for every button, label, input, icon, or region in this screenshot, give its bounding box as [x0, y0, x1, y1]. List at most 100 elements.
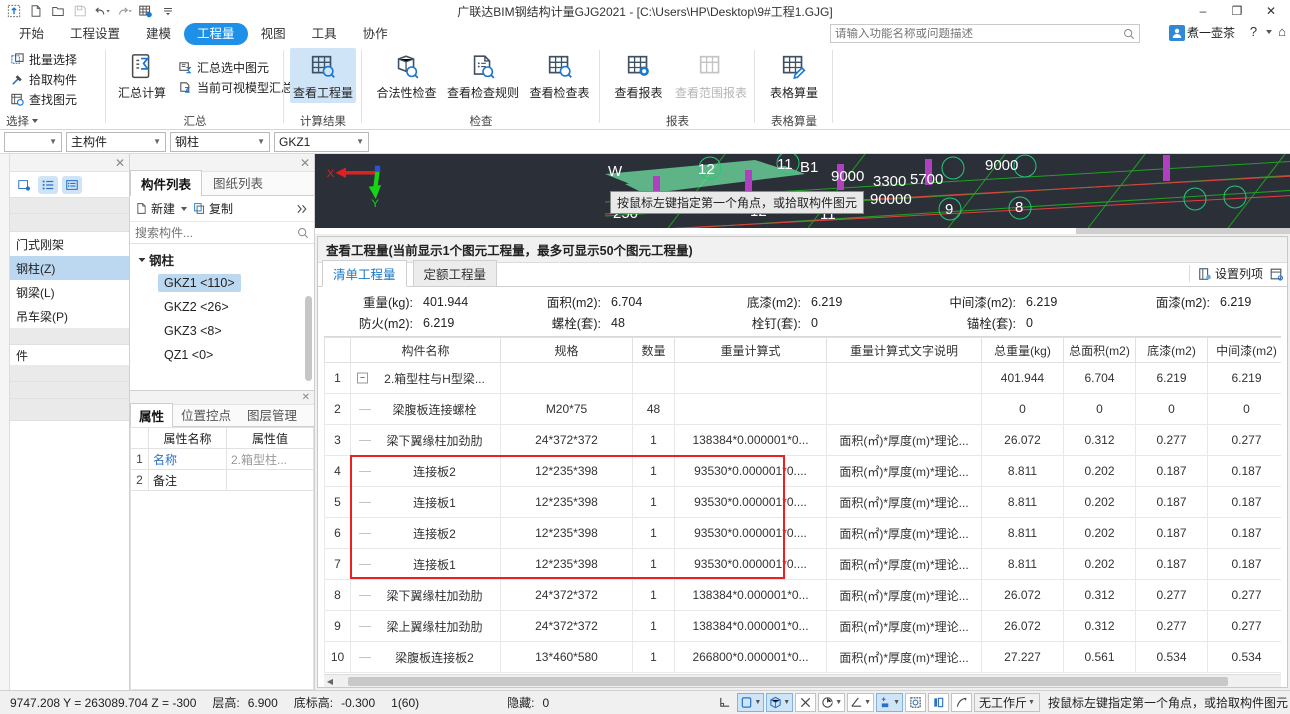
view-check-table-button[interactable]: 查看检查表 — [525, 48, 594, 103]
dropdown-main-component[interactable]: 主构件 ▼ — [66, 131, 166, 152]
view-range-report-button[interactable]: 查看范围报表 — [673, 48, 749, 103]
save-upload-icon[interactable] — [4, 1, 24, 21]
table-row[interactable]: 7 连接板1 12*235*398 1 93530*0.000001*0....… — [324, 548, 1281, 580]
row-component-name[interactable]: 梁腹板连接板2 — [350, 641, 501, 673]
table-quantity-button[interactable]: 表格算量 — [761, 48, 827, 103]
table-row[interactable]: 3 梁下翼缘柱加劲肋 24*372*372 1 138384*0.000001*… — [324, 424, 1281, 456]
tree-item-gkz1[interactable]: GKZ1 <110> — [158, 274, 241, 292]
grid-header-primer[interactable]: 底漆(m2) — [1135, 337, 1208, 363]
3d-view-icon[interactable]: ▼ — [766, 693, 794, 712]
sidebar-item-diaocheliang[interactable]: 吊车梁(P) — [10, 304, 129, 328]
curve-icon[interactable] — [951, 693, 973, 712]
export-button[interactable] — [1269, 267, 1283, 281]
dropdown-0[interactable]: ▼ — [4, 131, 62, 152]
chevron-down-icon[interactable] — [181, 206, 188, 211]
grid-header-spec[interactable]: 规格 — [500, 337, 633, 363]
new-component-button[interactable]: 新建 — [135, 200, 188, 217]
row-component-name[interactable]: 连接板2 — [350, 517, 501, 549]
angle-icon[interactable]: ▼ — [847, 693, 875, 712]
measure-icon[interactable] — [928, 693, 950, 712]
chevron-down-icon[interactable] — [1266, 29, 1273, 34]
user-account[interactable]: 煮一壶茶 — [1168, 24, 1235, 41]
find-element-button[interactable]: 查找图元 — [6, 90, 81, 109]
summary-selected-button[interactable]: 汇总选中图元 — [174, 58, 297, 77]
property-value[interactable]: 2.箱型柱... — [226, 448, 314, 470]
tree-view-icon[interactable] — [14, 176, 34, 194]
sidebar-item-menshigangjia[interactable]: 门式刚架 — [10, 232, 129, 256]
grid-header-formula[interactable]: 重量计算式 — [674, 337, 827, 363]
row-component-name[interactable]: 连接板2 — [350, 455, 501, 487]
more-icon[interactable] — [158, 1, 178, 21]
maximize-button[interactable]: ❐ — [1220, 0, 1254, 22]
tree-item-qz1[interactable]: QZ1 <0> — [158, 346, 219, 364]
scroll-left-icon[interactable]: ◀ — [324, 677, 336, 686]
workface-selector[interactable]: 无工作斤 ▼ — [974, 693, 1040, 712]
dropdown-steel-column[interactable]: 钢柱 ▼ — [170, 131, 270, 152]
property-value[interactable] — [226, 469, 314, 491]
table-row[interactable]: 2 梁腹板连接螺栓 M20*75 48 0 0 0 0 0 — [324, 393, 1281, 425]
grid-header-total-area[interactable]: 总面积(m2) — [1063, 337, 1136, 363]
summary-visible-button[interactable]: 当前可视模型汇总 — [174, 78, 297, 97]
table-row[interactable]: 2 备注 — [130, 469, 314, 491]
viewport-scrollbar[interactable] — [315, 228, 1290, 234]
rect-select-icon[interactable]: ▼ — [737, 693, 765, 712]
list-view-icon[interactable] — [38, 175, 58, 194]
table-row[interactable]: 1 − 2.箱型柱与H型梁... 401.944 6.704 6.219 6.21… — [324, 362, 1281, 394]
tab-dinge-gongchengliang[interactable]: 定额工程量 — [412, 260, 498, 286]
row-component-name[interactable]: 梁腹板连接螺栓 — [350, 393, 501, 425]
row-component-name[interactable]: 梁下翼缘柱加劲肋 — [350, 424, 501, 456]
view-check-rule-button[interactable]: 查看检查规则 — [445, 48, 521, 103]
sidebar-item-gangzhu[interactable]: 钢柱(Z) — [10, 256, 129, 280]
batch-select-button[interactable]: 批量选择 — [6, 50, 81, 69]
grid-header-component-name[interactable]: 构件名称 — [350, 337, 501, 363]
add-point-icon[interactable]: ▼ — [876, 693, 904, 712]
tab-component-list[interactable]: 构件列表 — [130, 170, 203, 196]
tab-jianmo[interactable]: 建模 — [133, 23, 184, 45]
column-settings-button[interactable]: 设置列项 — [1198, 265, 1263, 282]
row-component-name[interactable]: 连接板1 — [350, 486, 501, 518]
row-component-name[interactable]: 梁下翼缘柱加劲肋 — [350, 579, 501, 611]
tree-scrollbar[interactable] — [305, 296, 312, 381]
tree-item-gkz2[interactable]: GKZ2 <26> — [158, 298, 235, 316]
zoom-selection-icon[interactable] — [905, 693, 927, 712]
minimize-button[interactable]: – — [1186, 0, 1220, 22]
expand-more-icon[interactable] — [296, 204, 309, 214]
row-component-name[interactable]: − 2.箱型柱与H型梁... — [350, 362, 501, 394]
view-report-button[interactable]: 查看报表 — [608, 48, 669, 103]
tree-root-node[interactable]: 钢柱 — [130, 248, 314, 271]
tab-tuceng-guanli[interactable]: 图层管理 — [239, 403, 305, 426]
summary-calc-button[interactable]: 汇总计算 — [116, 48, 168, 103]
grid-horizontal-scrollbar[interactable]: ◀ — [324, 674, 1281, 687]
grid-header-formula-text[interactable]: 重量计算式文字说明 — [826, 337, 982, 363]
redo-icon[interactable] — [114, 1, 134, 21]
grid-header-midpaint[interactable]: 中间漆(m2) — [1207, 337, 1281, 363]
home-icon[interactable]: ⌂ — [1278, 24, 1286, 39]
legality-check-button[interactable]: 合法性检查 — [372, 48, 441, 103]
tab-drawing-list[interactable]: 图纸列表 — [202, 169, 274, 195]
table-row[interactable]: 10 梁腹板连接板2 13*460*580 1 266800*0.000001*… — [324, 641, 1281, 673]
table-row[interactable]: 1 名称 2.箱型柱... — [130, 448, 314, 470]
table-row[interactable]: 6 连接板2 12*235*398 1 93530*0.000001*0....… — [324, 517, 1281, 549]
close-icon[interactable]: ✕ — [300, 157, 310, 169]
component-search-input[interactable] — [135, 225, 297, 240]
save-icon[interactable] — [70, 1, 90, 21]
sidebar-item-gangliang[interactable]: 钢梁(L) — [10, 280, 129, 304]
tab-gongchengliang[interactable]: 工程量 — [184, 23, 248, 45]
new-file-icon[interactable] — [26, 1, 46, 21]
tab-kaishi[interactable]: 开始 — [6, 23, 57, 45]
open-folder-icon[interactable] — [48, 1, 68, 21]
row-component-name[interactable]: 梁上翼缘柱加劲肋 — [350, 610, 501, 642]
tab-weizhikongdian[interactable]: 位置控点 — [173, 403, 239, 426]
model-viewport[interactable]: X Y 12 11 B1 9000 3300 5700 9000 W 11 9 … — [315, 154, 1290, 234]
grid-settings-icon[interactable] — [136, 1, 156, 21]
ribbon-group-select-label[interactable]: 选择 — [0, 112, 106, 129]
help-icon[interactable]: ? — [1250, 24, 1257, 39]
tab-gongju[interactable]: 工具 — [299, 23, 350, 45]
ortho-icon[interactable] — [714, 693, 735, 712]
dropdown-gkz1[interactable]: GKZ1 ▼ — [274, 131, 369, 152]
grid-header-qty[interactable]: 数量 — [632, 337, 675, 363]
view-quantity-button[interactable]: 查看工程量 — [290, 48, 356, 103]
arc-icon[interactable]: ▼ — [818, 693, 846, 712]
grid-header-total-weight[interactable]: 总重量(kg) — [981, 337, 1064, 363]
close-icon[interactable]: ✕ — [115, 157, 125, 169]
